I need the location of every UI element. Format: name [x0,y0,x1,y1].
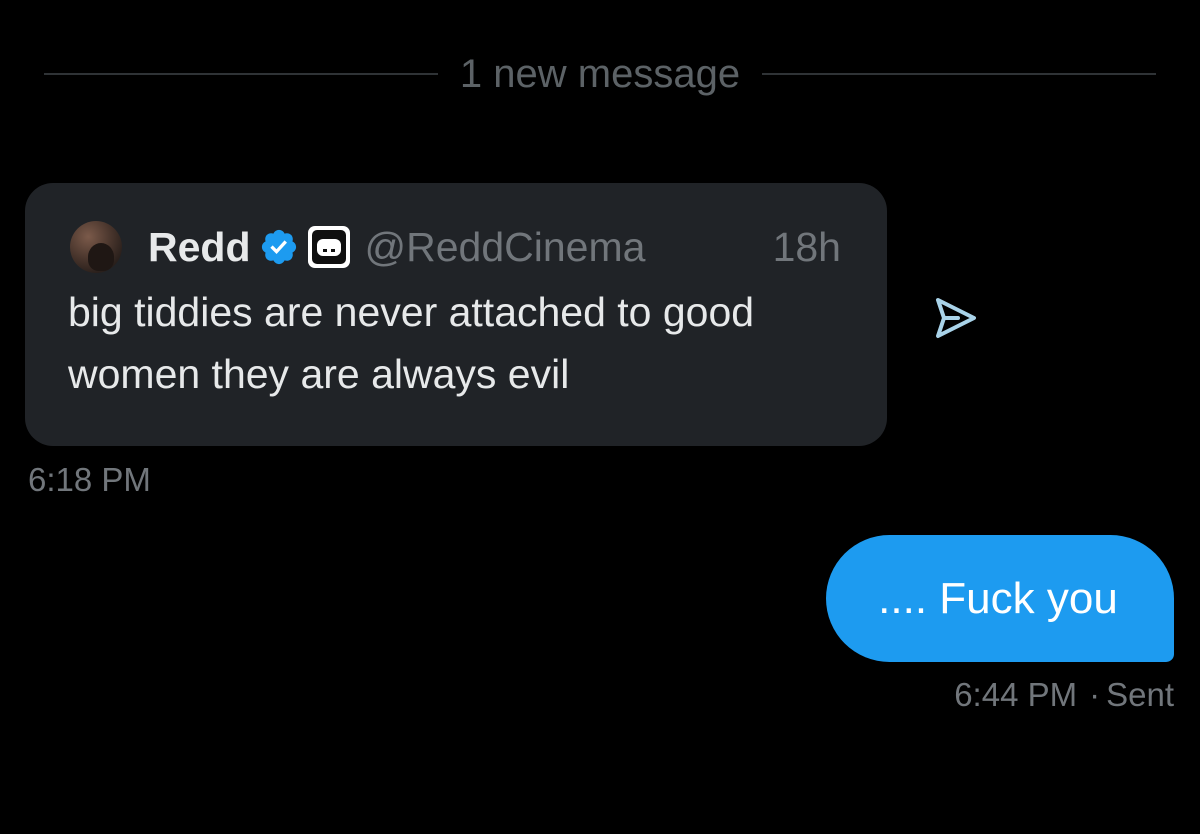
share-icon[interactable] [930,292,982,344]
avatar[interactable] [70,221,122,273]
sent-status: Sent [1106,676,1174,713]
quoted-tweet-text: big tiddies are never attached to good w… [68,289,755,397]
author-name: Redd [148,223,251,270]
sent-message-bubble[interactable]: .... Fuck you [826,535,1174,662]
sent-message-text: .... Fuck you [878,573,1118,623]
sent-timestamp: 6:44 PM [954,676,1078,713]
divider-line-left [44,73,438,75]
sent-message-meta: 6:44 PM · Sent [954,673,1174,717]
divider-line-right [762,73,1156,75]
meta-separator: · [1089,676,1101,713]
affiliate-badge-icon [307,226,350,268]
new-message-label: 1 new message [459,52,741,96]
received-timestamp: 6:18 PM [28,461,151,498]
dm-conversation: 1 new message Redd @ReddCinema 18h big t… [0,0,1200,834]
new-message-divider: 1 new message [44,46,1156,102]
quoted-tweet-card[interactable]: Redd @ReddCinema 18h big tiddies are nev… [25,183,887,446]
author-handle: @ReddCinema [364,223,646,270]
tweet-time-ago: 18h [772,223,841,270]
verified-badge-icon [261,229,296,265]
quoted-tweet-header: Redd @ReddCinema 18h [70,217,847,277]
